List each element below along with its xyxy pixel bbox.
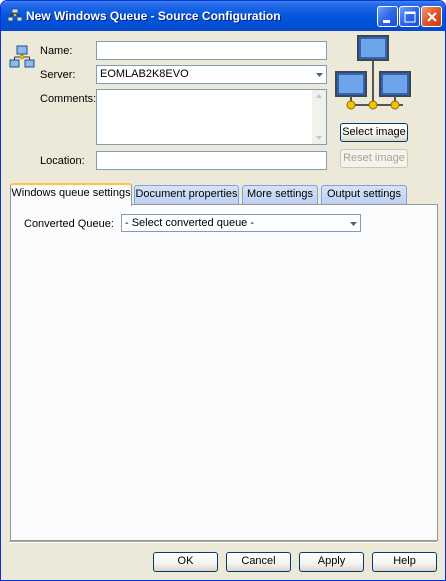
name-label: Name: (40, 45, 73, 57)
maximize-button[interactable] (399, 6, 420, 27)
comments-label: Comments: (40, 93, 97, 105)
apply-button[interactable]: Apply (299, 552, 364, 572)
converted-queue-label: Converted Queue: (24, 218, 114, 230)
converted-queue-combobox[interactable]: - Select converted queue - (121, 214, 361, 232)
cancel-button[interactable]: Cancel (226, 552, 291, 572)
minimize-icon (383, 20, 390, 23)
chevron-down-icon (350, 222, 357, 226)
ok-button[interactable]: OK (153, 552, 218, 572)
source-queue-icon (9, 45, 35, 68)
tab-output-settings[interactable]: Output settings (321, 185, 407, 205)
title-bar[interactable]: New Windows Queue - Source Configuration (1, 1, 445, 31)
close-icon (427, 12, 437, 22)
reset-image-button[interactable]: Reset image (340, 149, 408, 168)
network-computers-icon (335, 35, 411, 110)
close-button[interactable] (421, 6, 442, 27)
location-input[interactable] (96, 151, 327, 170)
converted-queue-value: - Select converted queue - (125, 217, 255, 229)
queue-icon (7, 8, 23, 22)
chevron-down-icon (316, 73, 323, 77)
comments-textarea[interactable] (96, 89, 327, 145)
select-image-button[interactable]: Select image (340, 123, 408, 142)
minimize-button[interactable] (377, 6, 398, 27)
server-combobox[interactable]: EOMLAB2K8EVO (96, 65, 327, 84)
tab-more-settings[interactable]: More settings (242, 185, 318, 205)
footer-separator (9, 541, 437, 543)
name-input[interactable] (96, 41, 327, 60)
tab-strip: Windows queue settings Document properti… (10, 183, 438, 206)
location-label: Location: (40, 155, 85, 167)
server-value: EOMLAB2K8EVO (100, 68, 189, 80)
tab-panel: Converted Queue: - Select converted queu… (10, 204, 438, 541)
help-button[interactable]: Help (372, 552, 437, 572)
comments-scrollbar[interactable] (312, 90, 326, 144)
window-title: New Windows Queue - Source Configuration (26, 9, 281, 23)
maximize-icon (404, 11, 416, 23)
tab-document-properties[interactable]: Document properties (134, 185, 239, 205)
dialog-body: Name: Server: EOMLAB2K8EVO Comments: Loc… (5, 31, 441, 578)
tab-windows-queue-settings[interactable]: Windows queue settings (10, 183, 132, 206)
server-label: Server: (40, 69, 76, 81)
dialog-window: New Windows Queue - Source Configuration… (0, 0, 446, 581)
